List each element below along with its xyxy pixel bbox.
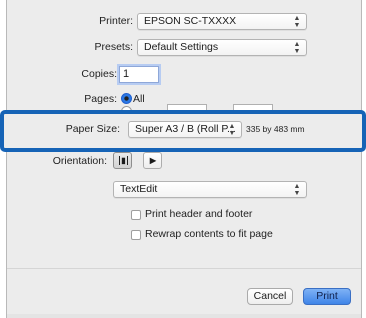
updown-chevron-icon: ▲ ▼ [293, 183, 301, 197]
app-options-popup[interactable]: TextEdit ▲ ▼ [113, 181, 307, 198]
updown-chevron-icon: ▲ ▼ [293, 15, 301, 29]
copies-label: Copies: [81, 68, 117, 80]
portrait-orientation-button[interactable]: ▮ [113, 152, 132, 169]
pages-label: Pages: [84, 93, 117, 105]
app-options-value: TextEdit [120, 183, 158, 195]
printer-popup[interactable]: EPSON SC-TXXXX ▲ ▼ [137, 13, 307, 30]
pages-all-radio[interactable] [121, 93, 132, 104]
rewrap-contents-checkbox[interactable] [131, 230, 141, 240]
copies-field[interactable]: 1 [119, 66, 159, 83]
dialog-bottom-edge [7, 314, 361, 318]
updown-chevron-icon: ▲ ▼ [293, 41, 301, 55]
paper-size-label: Paper Size: [65, 123, 120, 135]
rewrap-contents-label: Rewrap contents to fit page [145, 228, 273, 240]
print-button[interactable]: Print [303, 288, 351, 305]
presets-value: Default Settings [144, 41, 219, 53]
print-dialog: Printer: EPSON SC-TXXXX ▲ ▼ Presets: Defa… [6, 0, 362, 318]
paper-size-value: Super A3 / B (Roll P... [135, 123, 236, 135]
pages-all-label: All [133, 93, 145, 105]
updown-chevron-icon: ▲ ▼ [228, 123, 236, 137]
paper-size-highlight: Paper Size: Super A3 / B (Roll P... ▲ ▼ 3… [0, 110, 366, 152]
section-divider [7, 268, 361, 269]
presets-label: Presets: [94, 41, 133, 53]
cancel-button[interactable]: Cancel [247, 288, 293, 305]
landscape-person-icon: ▶ [149, 156, 157, 165]
print-header-footer-label: Print header and footer [145, 208, 253, 220]
printer-value: EPSON SC-TXXXX [144, 15, 237, 27]
paper-dimensions: 335 by 483 mm [246, 124, 305, 134]
paper-size-popup[interactable]: Super A3 / B (Roll P... ▲ ▼ [128, 121, 242, 138]
orientation-label: Orientation: [52, 155, 107, 167]
printer-label: Printer: [99, 15, 133, 27]
presets-popup[interactable]: Default Settings ▲ ▼ [137, 39, 307, 56]
portrait-person-icon: ▮ [119, 156, 128, 165]
landscape-orientation-button[interactable]: ▶ [143, 152, 162, 169]
print-header-footer-checkbox[interactable] [131, 210, 141, 220]
